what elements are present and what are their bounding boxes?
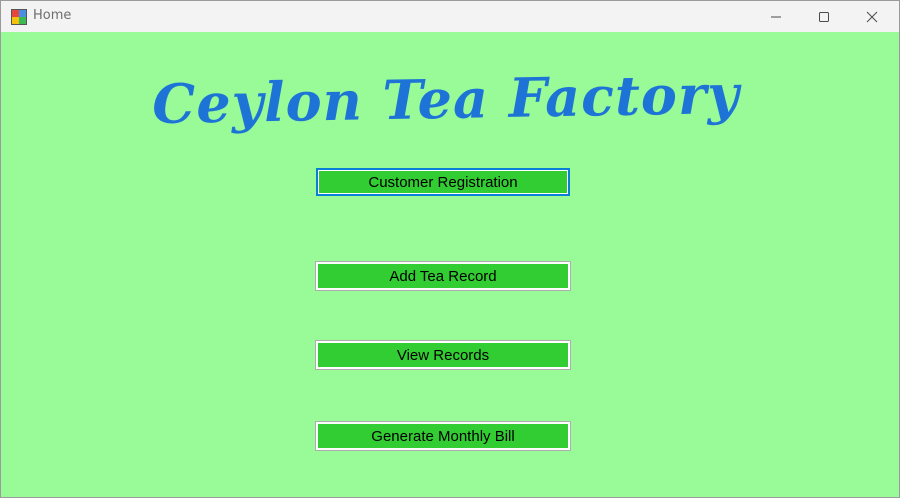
add-tea-record-button[interactable]: Add Tea Record [315, 261, 571, 291]
minimize-icon [771, 16, 781, 17]
app-heading: Ceylon Tea Factory [151, 61, 741, 137]
generate-monthly-bill-button[interactable]: Generate Monthly Bill [315, 421, 571, 451]
form-client-area: Ceylon Tea Factory Customer Registration… [1, 32, 899, 497]
app-window: Home Ceylon Tea Factory Customer Registr… [0, 0, 900, 498]
close-button[interactable] [849, 1, 895, 32]
app-icon [11, 9, 27, 25]
minimize-button[interactable] [753, 1, 799, 32]
maximize-icon [819, 11, 829, 22]
window-title: Home [33, 8, 72, 23]
close-icon [866, 11, 878, 22]
title-bar[interactable]: Home [1, 1, 899, 32]
maximize-button[interactable] [801, 1, 847, 32]
view-records-button[interactable]: View Records [315, 340, 571, 370]
customer-registration-button[interactable]: Customer Registration [316, 168, 570, 196]
